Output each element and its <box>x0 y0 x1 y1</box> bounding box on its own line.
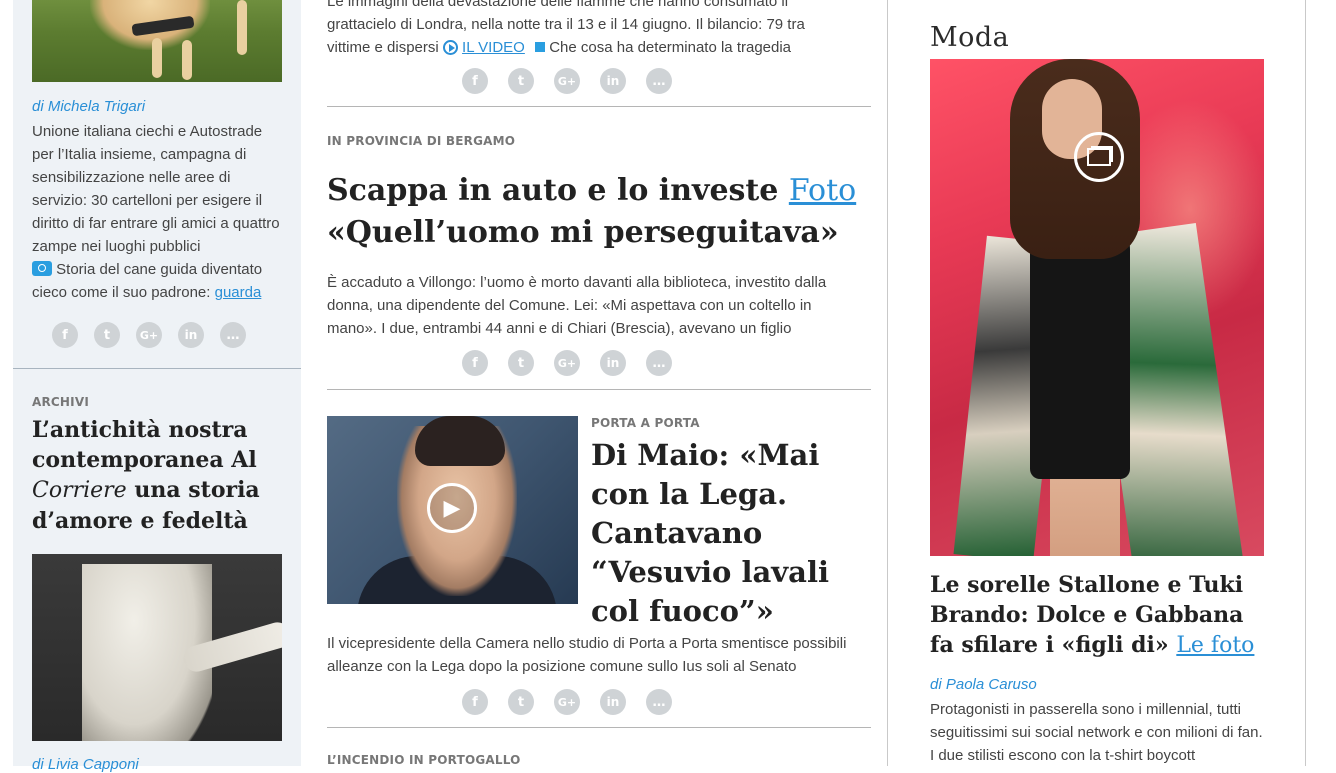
social-share-bar: f t G+ in … <box>462 350 672 376</box>
article-title[interactable]: Le sorelle Stallone e Tuki Brando: Dolce… <box>930 570 1270 661</box>
twitter-icon[interactable]: t <box>508 350 534 376</box>
article-title[interactable]: L’antichità nostra contemporanea Al Corr… <box>32 415 292 536</box>
square-bullet-icon <box>535 42 546 52</box>
author-name[interactable]: Michela Trigari <box>48 98 145 115</box>
gallery-icon[interactable] <box>1074 132 1124 182</box>
column-divider <box>887 0 888 766</box>
linkedin-icon[interactable]: in <box>600 68 626 94</box>
googleplus-icon[interactable]: G+ <box>554 68 580 94</box>
article-summary: Unione italiana ciechi e Autostrade per … <box>32 120 282 304</box>
statue-photo[interactable] <box>32 554 282 741</box>
related-link[interactable]: Che cosa ha determinato la tragedia <box>549 39 791 56</box>
left-divider <box>13 368 301 369</box>
play-icon[interactable]: ▶ <box>427 483 477 533</box>
article-summary: Protagonisti in passerella sono i millen… <box>930 701 1263 764</box>
twitter-icon[interactable]: t <box>94 322 120 348</box>
linkedin-icon[interactable]: in <box>600 689 626 715</box>
article-summary: È accaduto a Villongo: l’uomo è morto da… <box>327 274 827 337</box>
googleplus-icon[interactable]: G+ <box>136 322 162 348</box>
fashion-photo[interactable] <box>930 59 1264 556</box>
photo-link[interactable]: Foto <box>789 173 856 208</box>
author-name[interactable]: Livia Capponi <box>48 756 139 773</box>
author-name[interactable]: Paola Caruso <box>946 676 1037 693</box>
comment-icon[interactable]: … <box>646 68 672 94</box>
summary-text: Unione italiana ciechi e Autostrade per … <box>32 123 280 255</box>
facebook-icon[interactable]: f <box>462 689 488 715</box>
photo-link[interactable]: Le foto <box>1176 633 1254 658</box>
article-title[interactable]: Scappa in auto e lo investe Foto «Quell’… <box>327 170 887 254</box>
video-link[interactable]: IL VIDEO <box>462 39 525 56</box>
section-label[interactable]: PORTA A PORTA <box>591 416 700 430</box>
divider <box>327 106 871 107</box>
section-label[interactable]: IN PROVINCIA DI BERGAMO <box>327 134 515 148</box>
play-circle-icon <box>442 40 458 55</box>
twitter-icon[interactable]: t <box>508 68 534 94</box>
facebook-icon[interactable]: f <box>462 350 488 376</box>
linkedin-icon[interactable]: in <box>600 350 626 376</box>
byline: di Livia Capponi <box>32 756 139 773</box>
byline: di Paola Caruso <box>930 676 1037 693</box>
divider <box>327 389 871 390</box>
article-summary: Il vicepresidente della Camera nello stu… <box>327 635 847 675</box>
article-title[interactable]: Di Maio: «Mai con la Lega. Cantavano “Ve… <box>591 436 876 631</box>
video-thumbnail[interactable]: ▶ <box>327 416 578 604</box>
dog-photo[interactable] <box>32 0 282 82</box>
section-label[interactable]: L’INCENDIO IN PORTOGALLO <box>327 753 521 767</box>
social-share-bar: f t G+ in … <box>462 689 672 715</box>
byline-prefix: di <box>32 98 44 115</box>
section-label[interactable]: ARCHIVI <box>32 395 89 409</box>
googleplus-icon[interactable]: G+ <box>554 350 580 376</box>
facebook-icon[interactable]: f <box>462 68 488 94</box>
title-italic[interactable]: Corriere <box>32 478 127 503</box>
byline: di Michela Trigari <box>32 98 145 115</box>
social-share-bar: f t G+ in … <box>462 68 672 94</box>
comment-icon[interactable]: … <box>646 350 672 376</box>
social-share-bar: f t G+ in … <box>52 322 246 348</box>
camera-icon <box>32 261 52 276</box>
top-story-summary: Le immagini della devastazione delle fia… <box>327 0 805 56</box>
section-logo[interactable]: Moda <box>930 22 1009 53</box>
linkedin-icon[interactable]: in <box>178 322 204 348</box>
comment-icon[interactable]: … <box>646 689 672 715</box>
googleplus-icon[interactable]: G+ <box>554 689 580 715</box>
column-divider <box>1305 0 1306 766</box>
twitter-icon[interactable]: t <box>508 689 534 715</box>
facebook-icon[interactable]: f <box>52 322 78 348</box>
related-link[interactable]: guarda <box>215 284 262 301</box>
comment-icon[interactable]: … <box>220 322 246 348</box>
divider <box>327 727 871 728</box>
